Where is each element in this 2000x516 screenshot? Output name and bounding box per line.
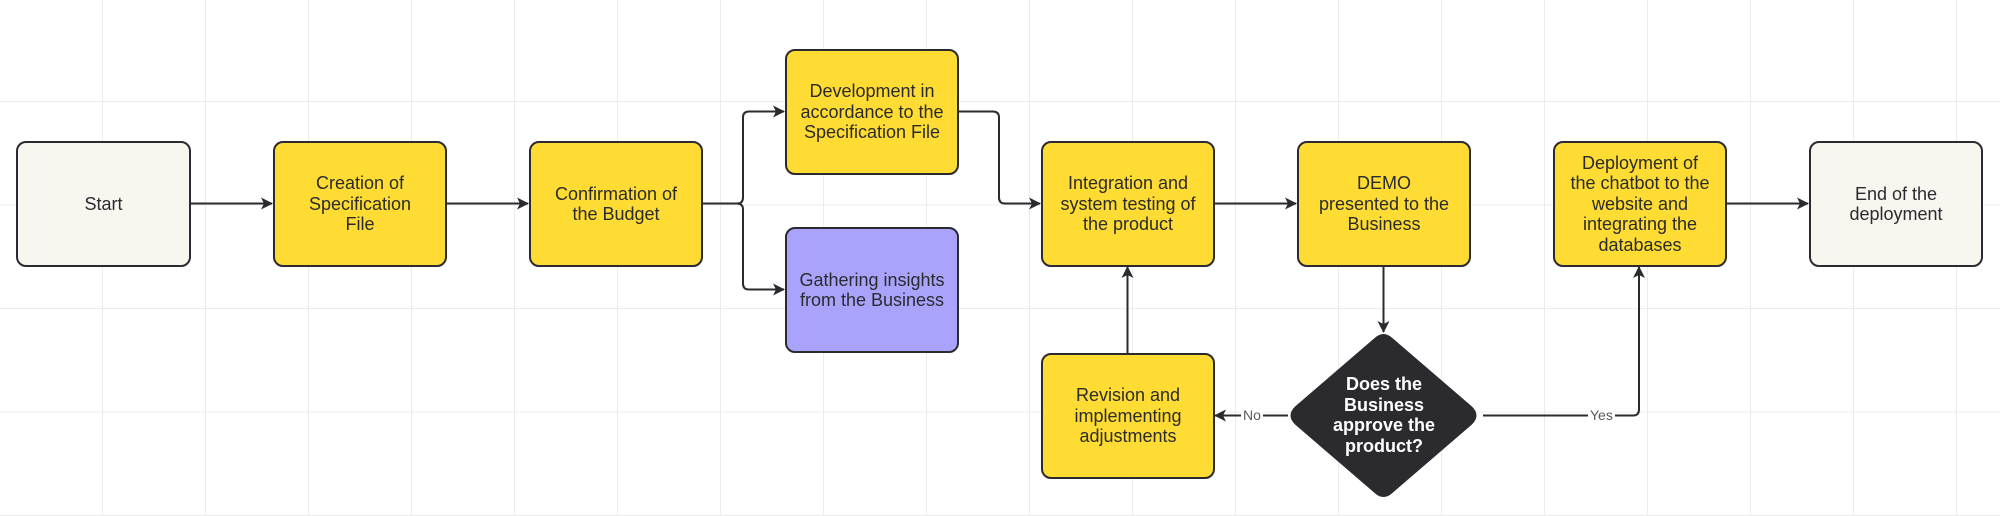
node-end-label: End of the deployment xyxy=(1849,183,1943,225)
node-gathering-label: Gathering insights from the Business xyxy=(799,269,945,311)
node-integration-testing[interactable]: Integration and system testing of the pr… xyxy=(1041,141,1215,267)
node-deployment-label: Deployment of the chatbot to the website… xyxy=(1570,152,1710,255)
node-deployment[interactable]: Deployment of the chatbot to the website… xyxy=(1553,141,1727,267)
edge-decision-to-deployment[interactable] xyxy=(1483,266,1645,417)
node-integration-label: Integration and system testing of the pr… xyxy=(1060,173,1196,235)
node-start-label: Start xyxy=(84,193,123,214)
node-creation-of-specification-file[interactable]: Creation of Specification File xyxy=(273,141,447,267)
node-revision-label: Revision and implementing adjustments xyxy=(1074,385,1182,447)
node-demo[interactable]: DEMO presented to the Business xyxy=(1297,141,1471,267)
node-development[interactable]: Development in accordance to the Specifi… xyxy=(785,49,959,175)
edge-budget-to-gathering[interactable] xyxy=(736,202,785,296)
node-development-label: Development in accordance to the Specifi… xyxy=(800,81,944,143)
node-creation-label: Creation of Specification File xyxy=(308,173,412,235)
edge-budget-to-development[interactable] xyxy=(702,105,785,205)
node-demo-label: DEMO presented to the Business xyxy=(1318,173,1450,235)
decision-label: Does the Business approve the product? xyxy=(1332,374,1436,456)
node-start[interactable]: Start xyxy=(16,141,191,267)
edge-development-to-integration[interactable] xyxy=(958,110,1041,210)
edge-label-yes: Yes xyxy=(1588,407,1615,423)
node-end[interactable]: End of the deployment xyxy=(1809,141,1983,267)
node-confirmation-of-budget[interactable]: Confirmation of the Budget xyxy=(529,141,703,267)
node-budget-label: Confirmation of the Budget xyxy=(554,183,678,225)
node-revision[interactable]: Revision and implementing adjustments xyxy=(1041,353,1215,479)
edge-label-no: No xyxy=(1241,407,1263,423)
node-gathering-insights[interactable]: Gathering insights from the Business xyxy=(785,227,959,353)
